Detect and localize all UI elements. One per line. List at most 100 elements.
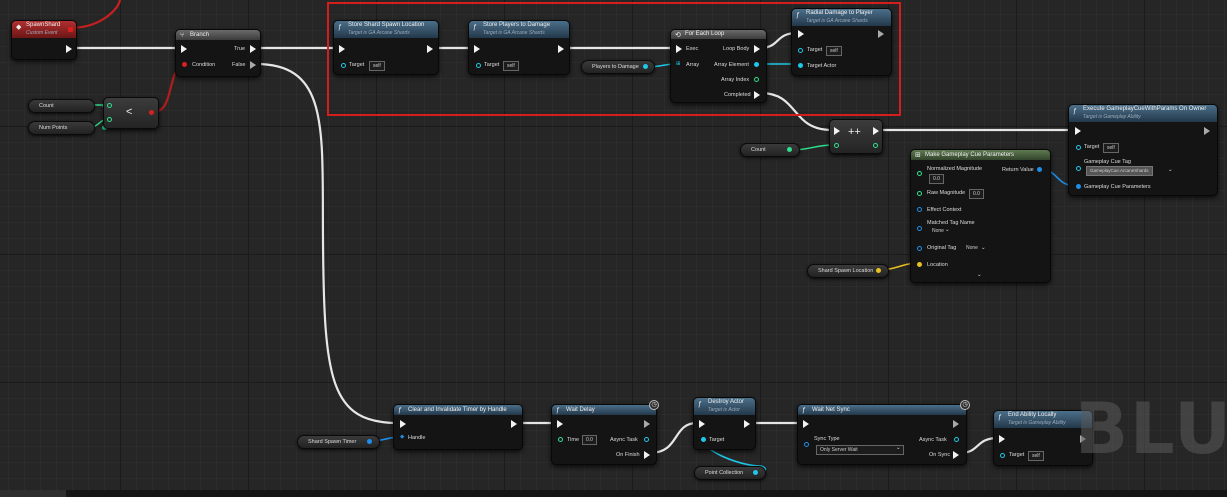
store-shard-target-pin[interactable] [341,63,346,68]
delegate-pin[interactable] [68,27,73,32]
count-variable-2[interactable]: Count [740,143,800,157]
radial-target-actor-pin[interactable] [798,63,803,68]
wait-delay-node[interactable]: ƒ Wait Delay ◷ Time 0.0 Async Task On Fi… [551,400,659,465]
players-to-damage-variable[interactable]: Players to Damage [581,60,655,74]
wait-net-sync-exec-out-pin[interactable] [953,420,959,428]
location-pin[interactable] [917,262,922,267]
destroy-actor-node[interactable]: ƒ Destroy Actor Target is Actor Target [693,397,756,450]
execute-cue-params-pin[interactable] [1076,184,1081,189]
spawn-shard-event-node[interactable]: ◆ SpawnShard Custom Event [11,20,77,60]
wait-delay-on-finish-pin[interactable] [644,451,650,459]
wait-net-sync-type-pin[interactable] [804,442,809,447]
for-each-completed-pin[interactable] [754,91,760,99]
store-players-exec-in-pin[interactable] [474,45,480,53]
store-players-exec-out-pin[interactable] [558,45,564,53]
clear-timer-exec-out-pin[interactable] [511,420,517,428]
shard-spawn-location-variable[interactable]: Shard Spawn Location [807,264,889,278]
branch-true-pin[interactable] [250,45,256,53]
expand-chevron-icon[interactable]: ⌄ [977,272,982,278]
for-each-loop-body-pin[interactable] [754,45,760,53]
execute-gameplay-cue-node[interactable]: ƒ Execute GameplayCueWithParams On Owner… [1068,104,1218,196]
store-players-to-damage-node[interactable]: ƒ Store Players to Damage Target is GA A… [468,20,570,75]
store-shard-target-value[interactable]: self [369,61,385,71]
destroy-actor-target-pin[interactable] [701,437,706,442]
end-ability-target-value[interactable]: self [1028,451,1044,461]
end-ability-target-pin[interactable] [1000,453,1005,458]
less-a-pin[interactable] [107,103,112,108]
execute-cue-tag-dropdown-icon[interactable]: ⌄ [1168,167,1173,173]
store-shard-exec-out-pin[interactable] [427,45,433,53]
raw-magnitude-pin[interactable] [917,191,922,196]
destroy-actor-exec-in-pin[interactable] [699,420,705,428]
increment-exec-out-pin[interactable] [873,127,879,135]
store-players-target-value[interactable]: self [503,61,519,71]
increment-node[interactable]: ++ [829,119,883,154]
end-ability-exec-in-pin[interactable] [999,435,1005,443]
count-2-out-pin[interactable] [787,147,792,152]
normalized-magnitude-pin[interactable] [917,171,922,176]
wait-net-sync-exec-in-pin[interactable] [803,420,809,428]
make-gameplay-cue-parameters-node[interactable]: ⊞ Make Gameplay Cue Parameters Normalize… [910,149,1051,283]
wait-delay-exec-out-pin[interactable] [644,420,650,428]
increment-exec-in-pin[interactable] [834,127,840,135]
branch-false-pin[interactable] [250,61,256,69]
less-than-node[interactable]: < [103,97,159,129]
branch-node[interactable]: ⑂ Branch Condition True False [175,29,261,77]
increment-in-pin[interactable] [834,143,839,148]
raw-magnitude-value[interactable]: 0.0 [969,189,984,199]
for-each-array-element-pin[interactable] [754,62,759,67]
bottom-scrollbar[interactable] [0,490,1227,497]
shard-spawn-timer-out-pin[interactable] [367,439,372,444]
matched-tag-dropdown-icon[interactable]: ⌄ [945,227,950,233]
scrollbar-thumb[interactable] [0,490,66,497]
execute-cue-exec-out-pin[interactable] [1204,127,1210,135]
radial-target-pin[interactable] [798,48,803,53]
shard-spawn-location-out-pin[interactable] [876,268,881,273]
store-players-target-pin[interactable] [476,63,481,68]
execute-cue-target-value[interactable]: self [1103,143,1119,153]
clear-timer-exec-in-pin[interactable] [400,420,406,428]
execute-cue-tag-value[interactable]: GameplayCue.ArcaneShards [1086,166,1153,176]
handle-pin-icon[interactable]: ◆ [400,434,404,440]
clear-invalidate-timer-node[interactable]: ƒ Clear and Invalidate Timer by Handle ◆… [393,404,523,450]
point-collection-out-pin[interactable] [753,470,758,475]
execute-cue-tag-pin[interactable] [1076,166,1081,171]
shard-spawn-timer-variable[interactable]: Shard Spawn Timer [297,435,380,449]
wait-delay-async-pin[interactable] [644,437,649,442]
point-collection-variable[interactable]: Point Collection [694,466,766,480]
count-variable[interactable]: Count [28,99,107,113]
wait-delay-exec-in-pin[interactable] [557,420,563,428]
radial-damage-node[interactable]: ƒ Radial Damage to Player Target is GA A… [791,8,892,76]
destroy-actor-exec-out-pin[interactable] [744,420,750,428]
wait-delay-time-pin[interactable] [558,437,563,442]
radial-exec-out-pin[interactable] [878,30,884,38]
return-value-pin[interactable] [1037,167,1042,172]
store-shard-spawn-location-node[interactable]: ƒ Store Shard Spawn Location Target is G… [333,20,439,75]
branch-exec-in-pin[interactable] [181,45,187,53]
for-each-exec-in-pin[interactable] [676,45,682,53]
sync-type-dropdown-icon[interactable]: ⌄ [896,445,901,451]
execute-cue-exec-in-pin[interactable] [1075,127,1081,135]
normalized-magnitude-value[interactable]: 0.0 [929,174,944,184]
original-tag-pin[interactable] [917,246,922,251]
less-b-pin[interactable] [107,117,112,122]
wait-delay-time-value[interactable]: 0.0 [582,435,597,445]
effect-context-pin[interactable] [917,207,922,212]
radial-target-value[interactable]: self [826,46,842,56]
for-each-array-index-pin[interactable] [754,77,759,82]
wait-net-sync-async-pin[interactable] [954,437,959,442]
wait-net-sync-node[interactable]: ƒ Wait Net Sync ◷ Sync Type Only Server … [797,400,970,465]
wait-net-sync-on-sync-pin[interactable] [953,451,959,459]
increment-out-pin[interactable] [873,143,878,148]
less-result-pin[interactable] [149,110,154,115]
execute-cue-target-pin[interactable] [1076,145,1081,150]
for-each-loop-node[interactable]: ⟲ For Each Loop Exec ⊞ Array Loop Body A… [670,29,767,103]
players-to-damage-out-pin[interactable] [643,64,648,69]
original-tag-dropdown-icon[interactable]: ⌄ [981,245,986,251]
num-points-variable[interactable]: Num Points [28,121,107,135]
wait-net-sync-type-value[interactable]: Only Server Wait [816,445,904,455]
branch-condition-pin[interactable] [182,62,187,67]
radial-exec-in-pin[interactable] [798,30,804,38]
spawn-shard-exec-out-pin[interactable] [66,45,72,53]
original-tag-value[interactable]: None [963,244,981,252]
